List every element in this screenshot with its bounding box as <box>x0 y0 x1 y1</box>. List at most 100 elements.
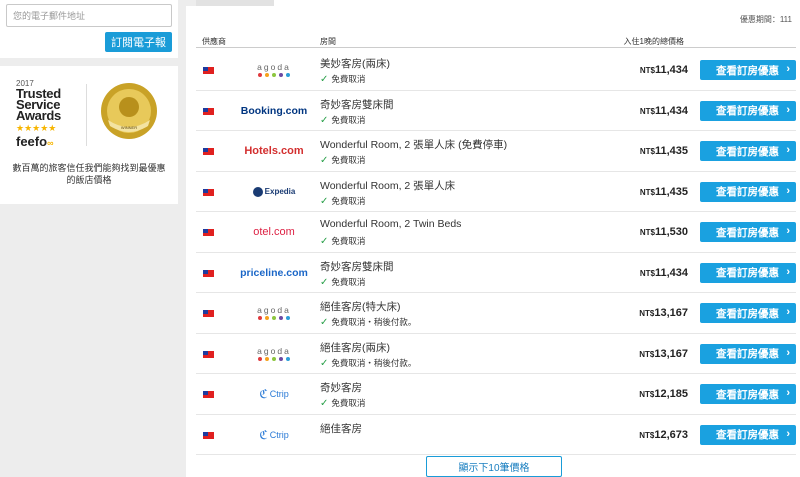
price-value: 11,434 <box>654 64 688 76</box>
cancellation-text: 免費取消 <box>331 195 366 206</box>
provider-name: Booking.com <box>240 104 308 117</box>
view-deal-button[interactable]: 查看訂房優惠 › <box>700 60 796 80</box>
price-value: 11,434 <box>654 104 688 117</box>
room-name[interactable]: Wonderful Room, 2 張單人床 (免費停車) <box>320 137 507 152</box>
hotels-logo: Hotels.com <box>228 141 320 161</box>
provider-name: Expedia <box>264 187 296 196</box>
view-deal-button[interactable]: 查看訂房優惠 › <box>700 384 796 404</box>
chevron-right-icon: › <box>786 63 790 75</box>
room-name[interactable]: 奇妙客房雙床間 <box>320 259 394 274</box>
ctrip-logo: ℭ Ctrip <box>259 387 289 401</box>
room-name[interactable]: Wonderful Room, 2 Twin Beds <box>320 218 461 230</box>
trusted-service-award: 2017 Trusted Service Awards ★★★★★ feefo∞ <box>16 79 76 149</box>
agoda-logo: agoda <box>228 60 320 80</box>
rating-stars-icon: ★★★★★ <box>16 123 57 133</box>
price: NT$12,673 <box>639 429 688 441</box>
offer-row: agoda 美妙客房(兩床) ✓ 免費取消 NT$11,434 查看訂房優惠 › <box>196 50 796 91</box>
taiwan-flag-icon <box>203 350 214 358</box>
checkmark-icon: ✓ <box>320 357 329 369</box>
chevron-right-icon: › <box>786 346 790 359</box>
cancellation-text: 免費取消 <box>331 398 366 408</box>
provider-name: Ctrip <box>269 429 289 440</box>
room-name[interactable]: 美妙客房(兩床) <box>320 56 390 71</box>
subscribe-button[interactable]: 訂閱電子報 <box>105 32 172 52</box>
chevron-right-icon: › <box>786 225 790 237</box>
view-deal-button[interactable]: 查看訂房優惠 › <box>700 141 796 161</box>
taiwan-flag-icon <box>203 310 214 317</box>
checkmark-icon: ✓ <box>320 114 329 126</box>
offer-row: Booking.com 奇妙客房雙床間 ✓ 免費取消 NT$11,434 查看訂房優惠 › <box>196 91 796 131</box>
checkmark-icon: ✓ <box>320 398 329 409</box>
taiwan-flag-icon <box>203 391 214 398</box>
currency: NT$ <box>639 268 655 278</box>
email-input[interactable] <box>6 4 172 27</box>
agoda-logo: agoda <box>228 303 320 323</box>
offer-row: priceline.com 奇妙客房雙床間 ✓ 免費取消 NT$11,434 查看訂房優惠… <box>196 253 796 293</box>
taiwan-flag-icon <box>203 229 214 236</box>
deal-button-label: 查看訂房優惠 <box>716 388 779 401</box>
column-header: 供應商 房間 入住1晚的總價格 <box>196 32 796 48</box>
chevron-right-icon: › <box>786 144 790 156</box>
room-name[interactable]: 絕佳客房(兩床) <box>320 340 390 355</box>
view-deal-button[interactable]: 查看訂房優惠 › <box>700 343 796 364</box>
checkmark-icon: ✓ <box>320 155 329 166</box>
cancellation-info: ✓ 免費取消 <box>320 114 365 126</box>
chevron-right-icon: › <box>786 265 790 278</box>
checkmark-icon: ✓ <box>320 276 329 288</box>
view-deal-button[interactable]: 查看訂房優惠 › <box>700 303 796 323</box>
room-name[interactable]: 絕佳客房 <box>320 421 362 436</box>
currency: NT$ <box>639 147 655 156</box>
provider-name: agoda <box>257 345 291 356</box>
offer-row: Expedia Wonderful Room, 2 張單人床 ✓ 免費取消 NT$11,… <box>196 172 796 212</box>
offer-row: Hotels.com Wonderful Room, 2 張單人床 (免費停車) ✓… <box>196 131 796 172</box>
room-name[interactable]: 奇妙客房雙床間 <box>320 97 394 112</box>
taiwan-flag-icon <box>203 107 214 115</box>
svg-text:WINNER: WINNER <box>121 125 137 130</box>
currency: NT$ <box>639 349 655 359</box>
award-title-line3: Awards <box>16 108 61 123</box>
offer-row: agoda 絕佳客房(兩床) ✓ 免費取消・稍後付款。 NT$13,167 查看訂房優惠 › <box>196 334 796 374</box>
room-name[interactable]: Wonderful Room, 2 張單人床 <box>320 178 455 193</box>
price: NT$11,530 <box>640 226 688 238</box>
price-value: 11,434 <box>654 266 688 279</box>
taiwan-flag-icon <box>203 431 214 439</box>
ctrip-logo: ℭ Ctrip <box>259 427 289 442</box>
currency: NT$ <box>639 390 655 399</box>
left-sidebar: 訂閱電子報 2017 Trusted Service Awards ★★★★★ … <box>0 0 178 204</box>
deal-button-label: 查看訂房優惠 <box>716 145 779 158</box>
view-deal-button[interactable]: 查看訂房優惠 › <box>700 100 796 121</box>
award-description: 數百萬的旅客信任我們能夠找到最優惠的飯店價格 <box>12 163 166 185</box>
price: NT$11,434 <box>640 105 688 117</box>
show-more-prices-button[interactable]: 顯示下10筆價格 <box>426 456 562 477</box>
price: NT$11,435 <box>640 145 688 157</box>
cancellation-info: ✓ 免費取消 <box>320 195 365 207</box>
chevron-right-icon: › <box>786 387 790 399</box>
checkmark-icon: ✓ <box>320 74 329 85</box>
price-value: 13,167 <box>654 347 688 360</box>
view-deal-button[interactable]: 查看訂房優惠 › <box>700 222 796 242</box>
room-name[interactable]: 奇妙客房 <box>320 380 362 395</box>
cancellation-text: 免費取消 <box>331 276 366 287</box>
view-deal-button[interactable]: 查看訂房優惠 › <box>700 262 796 283</box>
deal-button-label: 查看訂房優惠 <box>716 348 779 360</box>
price-value: 11,530 <box>654 226 688 238</box>
price-value: 11,435 <box>654 145 688 157</box>
currency: NT$ <box>639 106 655 116</box>
offer-row: ℭ Ctrip 奇妙客房 ✓ 免費取消 NT$12,185 查看訂房優惠 › <box>196 374 796 415</box>
chevron-right-icon: › <box>786 306 790 318</box>
column-price: 入住1晚的總價格 <box>623 37 684 46</box>
provider-name: priceline.com <box>240 266 308 279</box>
deal-button-label: 查看訂房優惠 <box>716 267 779 279</box>
room-name[interactable]: 絕佳客房(特大床) <box>320 299 401 314</box>
view-deal-button[interactable]: 查看訂房優惠 › <box>700 424 796 445</box>
price: NT$13,167 <box>639 307 688 319</box>
price: NT$11,434 <box>640 267 688 279</box>
cancellation-text: 免費取消 <box>331 236 366 246</box>
deal-button-label: 查看訂房優惠 <box>716 307 779 320</box>
taiwan-flag-icon <box>203 67 214 74</box>
offers-panel: 優惠期間：111 供應商 房間 入住1晚的總價格 agoda 美妙客房(兩床) ✓ 免… <box>186 6 800 477</box>
cancellation-info: ✓ 免費取消 <box>320 154 365 166</box>
column-provider: 供應商 <box>202 37 226 46</box>
offers-list: agoda 美妙客房(兩床) ✓ 免費取消 NT$11,434 查看訂房優惠 › Bookin… <box>196 50 796 455</box>
view-deal-button[interactable]: 查看訂房優惠 › <box>700 181 796 202</box>
